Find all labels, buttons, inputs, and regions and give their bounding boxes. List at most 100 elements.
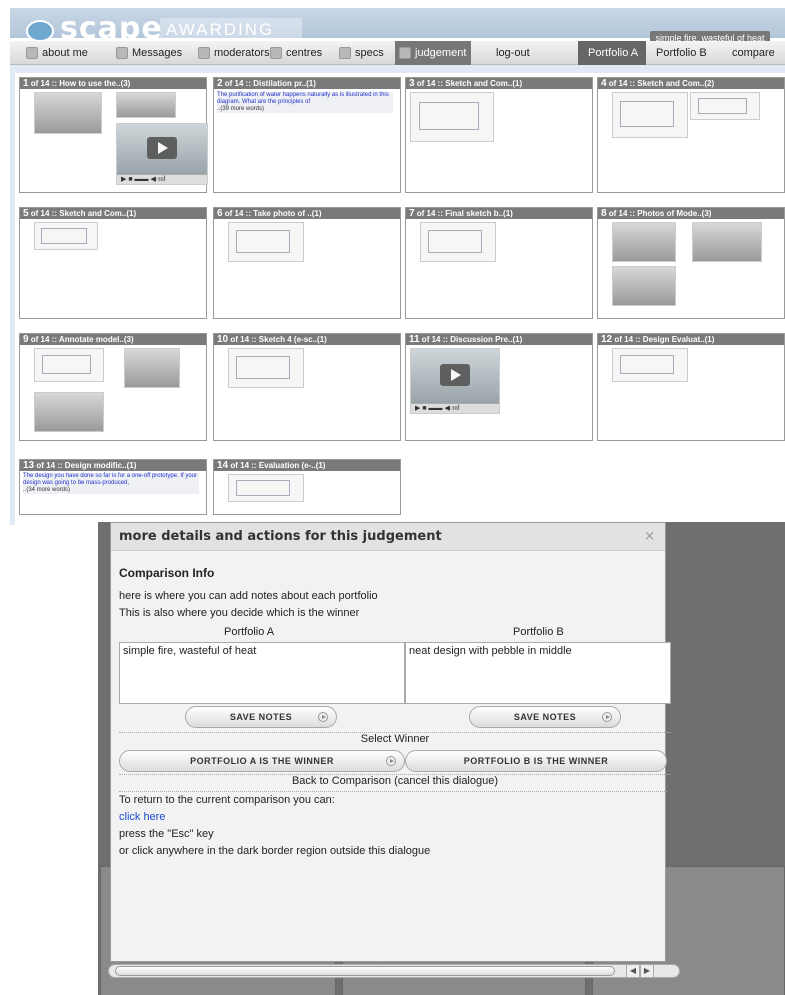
thumbnail[interactable] [612,266,676,306]
logo: scape [60,11,163,46]
nav-messages-label: Messages [132,47,183,59]
video-controls[interactable]: ▶ ■ ▬▬ ◀·ıııl [411,403,499,413]
tab-portfolio-b[interactable]: Portfolio B [650,41,716,65]
comparison-heading: Comparison Info [119,566,215,580]
scales-icon [399,47,411,59]
card-header: 6 of 14 :: Take photo of ..(1) [214,208,400,219]
person-icon [26,47,38,59]
card-header: 2 of 14 :: Distilation pr..(1) [214,78,400,89]
outside-hint: or click anywhere in the dark border reg… [119,845,431,857]
tab-compare-label: compare [732,47,775,59]
info-line-2: This is also where you decide which is t… [119,607,360,619]
thumbnail[interactable] [612,222,676,262]
dialog-overlay[interactable]: more details and actions for this judgem… [98,522,785,995]
thumbnail[interactable] [690,92,760,120]
card-4[interactable]: 4 of 14 :: Sketch and Com..(2) [597,77,785,193]
nav-moderators[interactable]: moderators [194,41,270,65]
thumbnail[interactable] [228,474,304,502]
portfolio-b-label: Portfolio B [513,626,564,638]
dialog-body: Comparison Info here is where you can ad… [119,553,671,622]
dialog-header: more details and actions for this judgem… [111,523,665,551]
scroll-right-icon[interactable]: ▶ [640,964,654,978]
portfolio-a-winner-button[interactable]: PORTFOLIO A IS THE WINNER [119,750,405,772]
card-13[interactable]: 13 of 14 :: Design modific..(1) The desi… [19,459,207,515]
thumbnail[interactable] [124,348,180,388]
thumbnail[interactable] [612,92,688,138]
card-7[interactable]: 7 of 14 :: Final sketch b..(1) [405,207,593,319]
tab-compare[interactable]: compare [722,41,782,65]
card-header: 9 of 14 :: Annotate model..(3) [20,334,206,345]
play-icon[interactable] [147,137,177,159]
tab-portfolio-a[interactable]: Portfolio A [578,41,646,65]
card-header: 12 of 14 :: Design Evaluat..(1) [598,334,784,345]
save-notes-a-button[interactable]: SAVE NOTES [185,706,337,728]
video-controls[interactable]: ▶ ■ ▬▬ ◀·ıııl [117,174,207,184]
arrow-right-icon [318,712,328,722]
thumbnail[interactable] [116,92,176,118]
card-2[interactable]: 2 of 14 :: Distilation pr..(1) The purif… [213,77,401,193]
nav-bar: about me Messages moderators centres spe… [10,41,785,65]
thumbnail[interactable] [34,92,102,134]
save-notes-b-button[interactable]: SAVE NOTES [469,706,621,728]
info-line-1: here is where you can add notes about ea… [119,590,378,602]
video-thumbnail[interactable]: ▶ ■ ▬▬ ◀·ıııl [410,348,500,414]
card-14[interactable]: 14 of 14 :: Evaluation (e-..(1) [213,459,401,515]
card-8[interactable]: 8 of 14 :: Photos of Mode..(3) [597,207,785,319]
card-header: 3 of 14 :: Sketch and Com..(1) [406,78,592,89]
notes-b-field[interactable]: neat design with pebble in middle [405,642,671,704]
card-grid: 1 of 14 :: How to use the..(3) ▶ ■ ▬▬ ◀·… [15,73,785,525]
card-3[interactable]: 3 of 14 :: Sketch and Com..(1) [405,77,593,193]
thumbnail[interactable] [34,392,104,432]
nav-specs-label: specs [355,47,384,59]
card-header: 14 of 14 :: Evaluation (e-..(1) [214,460,400,471]
portfolio-b-winner-button[interactable]: PORTFOLIO B IS THE WINNER [405,750,667,772]
card-5[interactable]: 5 of 14 :: Sketch and Com..(1) [19,207,207,319]
card-header: 8 of 14 :: Photos of Mode..(3) [598,208,784,219]
card-text: The purification of water happens natura… [217,92,393,113]
nav-logout-label: log-out [496,47,530,59]
horizontal-scrollbar[interactable] [108,964,680,978]
nav-specs[interactable]: specs [335,41,395,65]
return-intro: To return to the current comparison you … [119,794,335,806]
card-12[interactable]: 12 of 14 :: Design Evaluat..(1) [597,333,785,441]
click-here-link[interactable]: click here [119,811,165,823]
dialog-title: more details and actions for this judgem… [119,529,442,544]
portfolio-board: 1 of 14 :: How to use the..(3) ▶ ■ ▬▬ ◀·… [10,65,785,525]
thumbnail[interactable] [228,348,304,388]
nav-centres[interactable]: centres [266,41,334,65]
thumbnail[interactable] [410,92,494,142]
thumbnail[interactable] [420,222,496,262]
close-icon[interactable]: × [644,523,655,551]
app-screen: scape AWARDING BODY simple fire, wastefu… [0,0,785,525]
thumbnail[interactable] [612,348,688,382]
play-icon[interactable] [440,363,470,386]
card-11[interactable]: 11 of 14 :: Discussion Pre..(1) ▶ ■ ▬▬ ◀… [405,333,593,441]
select-winner-label: Select Winner [119,732,671,745]
card-1[interactable]: 1 of 14 :: How to use the..(3) ▶ ■ ▬▬ ◀·… [19,77,208,193]
thumbnail[interactable] [228,222,304,262]
back-to-comparison-link[interactable]: Back to Comparison (cancel this dialogue… [119,774,671,787]
video-thumbnail[interactable]: ▶ ■ ▬▬ ◀·ıııl [116,123,208,185]
card-9[interactable]: 9 of 14 :: Annotate model..(3) [19,333,207,441]
thumbnail[interactable] [34,222,98,250]
nav-judgement-label: judgement [415,47,467,59]
nav-logout[interactable]: log-out [488,41,568,65]
scroll-left-icon[interactable]: ◀ [626,964,640,978]
judgement-dialog: more details and actions for this judgem… [110,522,671,962]
notes-a-field[interactable]: simple fire, wasteful of heat [119,642,405,704]
card-header: 13 of 14 :: Design modific..(1) [20,460,206,471]
message-icon [116,47,128,59]
thumbnail[interactable] [34,348,104,382]
card-6[interactable]: 6 of 14 :: Take photo of ..(1) [213,207,401,319]
logo-subtitle: AWARDING BODY [160,18,302,63]
nav-about-me[interactable]: about me [22,41,96,65]
card-header: 4 of 14 :: Sketch and Com..(2) [598,78,784,89]
card-10[interactable]: 10 of 14 :: Sketch 4 (e-sc..(1) [213,333,401,441]
esc-hint: press the "Esc" key [119,828,214,840]
nav-judgement[interactable]: judgement [395,41,471,65]
scrollbar-thumb[interactable] [115,966,615,976]
nav-messages[interactable]: Messages [112,41,200,65]
thumbnail[interactable] [692,222,762,262]
return-options: To return to the current comparison you … [119,791,667,860]
card-header: 11 of 14 :: Discussion Pre..(1) [406,334,592,345]
